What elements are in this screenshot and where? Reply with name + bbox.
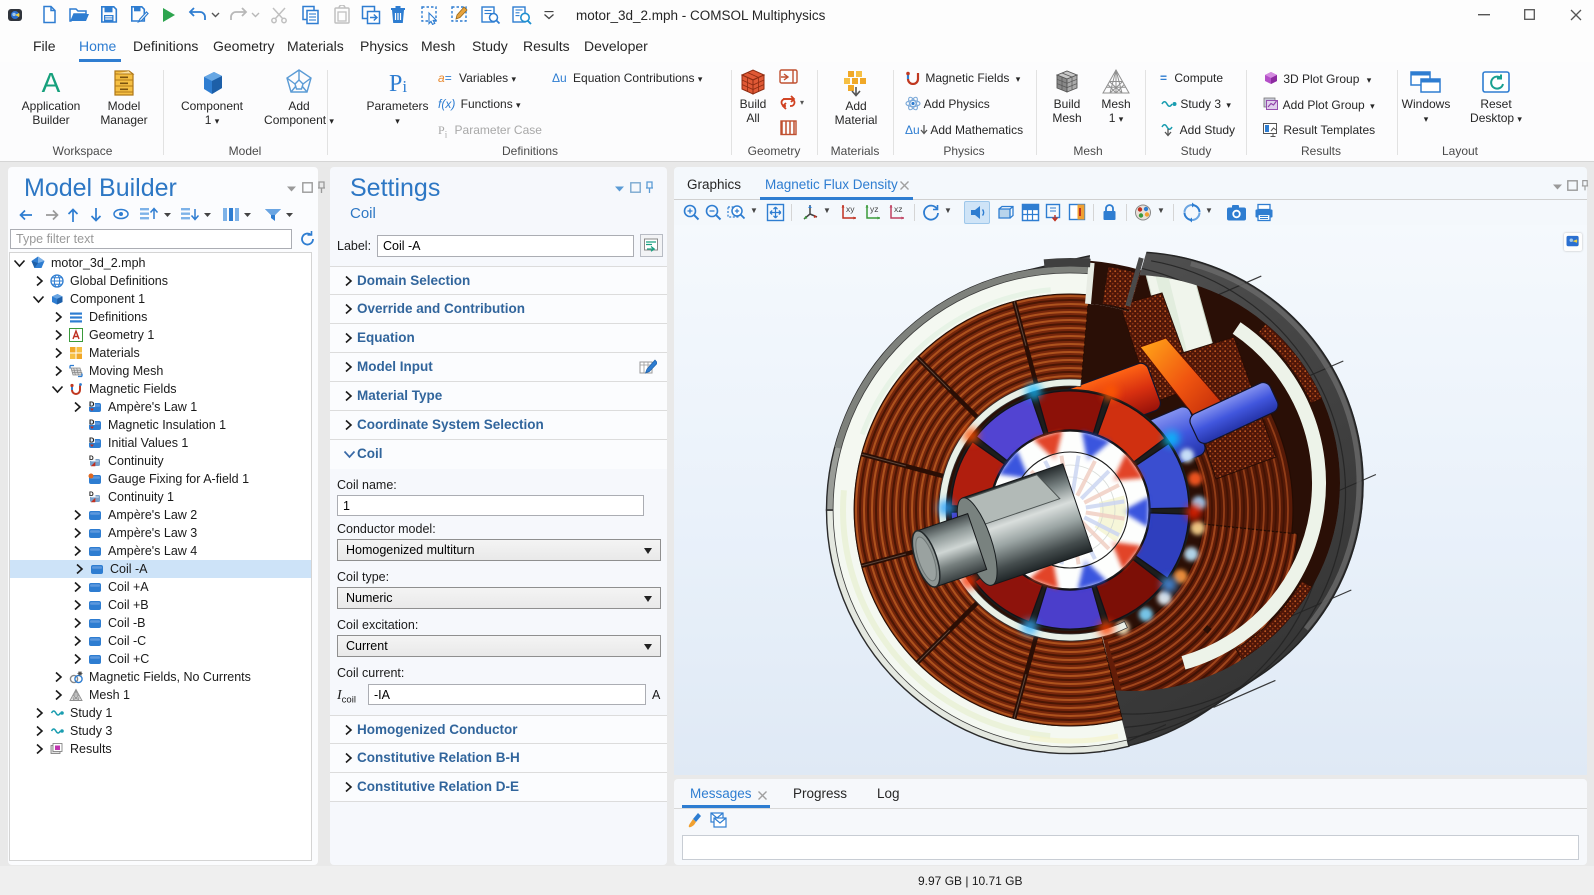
svg-text:A: A	[42, 67, 61, 98]
svg-text:Pi: Pi	[388, 71, 406, 97]
svg-text:xz: xz	[894, 204, 903, 214]
svg-text:xy: xy	[846, 204, 855, 214]
svg-text:yz: yz	[870, 204, 879, 214]
